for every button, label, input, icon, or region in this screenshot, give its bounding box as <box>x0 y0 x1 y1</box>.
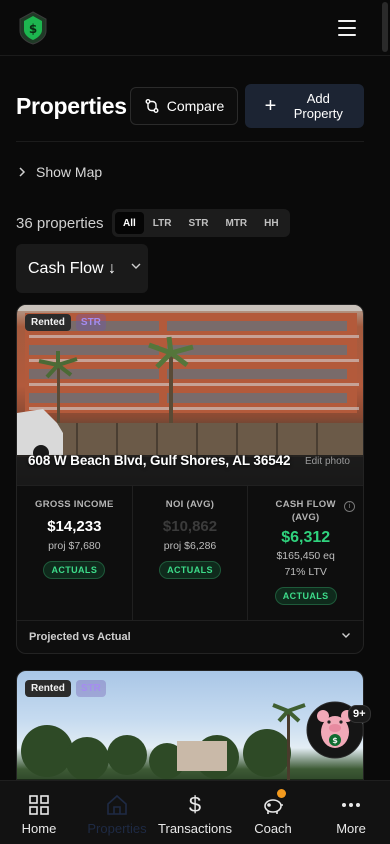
plus-icon: + <box>264 95 277 117</box>
metric-value: $14,233 <box>47 518 102 535</box>
chevron-down-icon <box>131 263 141 269</box>
filter-ltr[interactable]: LTR <box>145 212 180 234</box>
compare-button[interactable]: Compare <box>130 87 238 125</box>
compare-label: Compare <box>166 98 225 114</box>
add-property-button[interactable]: + Add Property <box>245 84 364 128</box>
tab-coach[interactable]: Coach <box>234 781 312 844</box>
tab-home[interactable]: Home <box>0 781 78 844</box>
actuals-badge: ACTUALS <box>159 561 221 579</box>
actuals-badge: ACTUALS <box>43 561 106 579</box>
filter-all[interactable]: All <box>115 212 144 234</box>
metric-label: NOI (AVG) <box>165 499 215 510</box>
property-badges: Rented STR <box>25 314 106 331</box>
filter-str[interactable]: STR <box>180 212 216 234</box>
metric-projected: proj $7,680 <box>48 540 101 552</box>
property-badges: Rented STR <box>25 680 106 697</box>
grid-icon <box>29 795 49 815</box>
tab-label: Transactions <box>158 821 232 836</box>
tab-more[interactable]: More <box>312 781 390 844</box>
compare-icon <box>145 99 159 113</box>
add-property-label: Add Property <box>293 91 343 121</box>
property-address[interactable]: 608 W Beach Blvd, Gulf Shores, AL 36542 <box>28 453 291 468</box>
filter-row: 36 properties All LTR STR MTR HH <box>16 209 364 237</box>
coach-piggy-icon[interactable]: $ <box>306 692 364 762</box>
coach-notification-count: 9+ <box>348 705 371 723</box>
metric-label: GROSS INCOME <box>35 499 114 510</box>
more-dots-icon <box>342 803 360 807</box>
tab-label: Properties <box>87 821 147 836</box>
sort-select[interactable]: Cash Flow ↓ <box>16 244 148 293</box>
house-icon <box>107 794 127 815</box>
hamburger-menu-icon[interactable] <box>336 19 358 37</box>
dollar-icon: $ <box>188 792 202 817</box>
app-logo-icon[interactable]: $ <box>18 10 48 45</box>
metric-value: $6,312 <box>281 529 331 546</box>
page-header: Properties Compare + Add Property <box>16 84 364 128</box>
top-bar: $ <box>0 0 390 56</box>
show-map-toggle[interactable]: Show Map <box>18 164 102 180</box>
header-divider <box>16 141 364 142</box>
show-map-label: Show Map <box>36 164 103 180</box>
type-badge: STR <box>75 680 106 697</box>
page-title: Properties <box>16 92 127 119</box>
svg-text:$: $ <box>332 736 338 745</box>
scrollbar-thumb[interactable] <box>382 2 388 52</box>
tab-properties[interactable]: Properties <box>78 781 156 844</box>
tab-label: More <box>336 821 366 836</box>
sort-value: Cash Flow ↓ <box>28 259 117 277</box>
metric-ltv: 71% LTV <box>284 566 327 578</box>
info-icon[interactable]: i <box>344 501 356 512</box>
chevron-down-icon <box>342 633 350 638</box>
type-badge: STR <box>75 314 106 331</box>
metric-label: CASH FLOW (AVG) <box>275 499 336 523</box>
status-badge: Rented <box>25 314 71 331</box>
filter-hh[interactable]: HH <box>256 212 286 234</box>
status-badge: Rented <box>25 680 71 697</box>
property-card[interactable]: Rented STR Edit photo 608 W Beach Blvd, … <box>16 304 364 654</box>
filter-mtr[interactable]: MTR <box>217 212 255 234</box>
property-type-filter: All LTR STR MTR HH <box>112 209 290 237</box>
tab-label: Home <box>21 821 57 836</box>
metric-noi: NOI (AVG) $10,862 proj $6,286 ACTUALS <box>133 486 249 620</box>
bottom-tab-bar: Home Properties $ Transactions Coach Mor… <box>0 780 390 844</box>
actuals-badge: ACTUALS <box>274 587 337 605</box>
edit-photo-link[interactable]: Edit photo <box>305 456 350 467</box>
metric-equity: $165,450 eq <box>276 550 335 562</box>
projected-vs-actual-label: Projected vs Actual <box>29 631 131 643</box>
metric-projected: proj $6,286 <box>163 540 217 552</box>
property-photo[interactable]: Rented STR Edit photo 608 W Beach Blvd, … <box>17 305 363 485</box>
projected-vs-actual-toggle[interactable]: Projected vs Actual <box>17 620 363 653</box>
metric-cash-flow: i CASH FLOW (AVG) $6,312 $165,450 eq 71%… <box>248 486 363 620</box>
coach-notification-dot <box>277 789 286 798</box>
metric-value: $10,862 <box>162 518 218 535</box>
tab-transactions[interactable]: $ Transactions <box>156 781 234 844</box>
chevron-right-icon <box>19 167 26 177</box>
property-metrics: GROSS INCOME $14,233 proj $7,680 ACTUALS… <box>17 485 363 620</box>
property-count: 36 properties <box>16 214 104 232</box>
tab-label: Coach <box>254 821 292 836</box>
svg-text:$: $ <box>29 22 37 36</box>
metric-gross-income: GROSS INCOME $14,233 proj $7,680 ACTUALS <box>17 486 133 620</box>
